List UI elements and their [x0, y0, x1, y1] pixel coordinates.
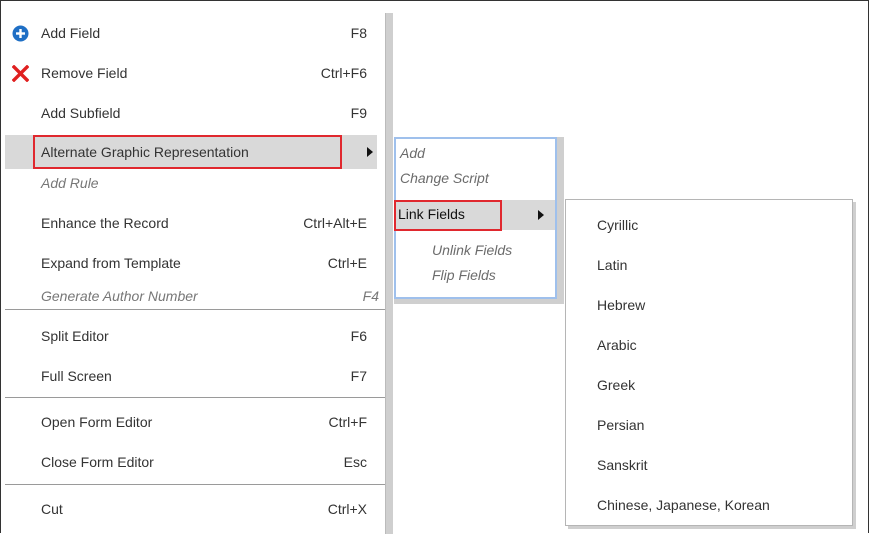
menu-scroll-edge	[385, 13, 393, 534]
menu-item-remove-field[interactable]: Remove Field Ctrl+F6	[5, 53, 377, 93]
plus-circle-icon	[12, 25, 29, 42]
script-option-cyrillic[interactable]: Cyrillic	[597, 217, 638, 233]
menu-item-label: Add Subfield	[41, 105, 121, 121]
menu-item-label: Split Editor	[41, 328, 109, 344]
menu-item-label: Open Form Editor	[41, 414, 153, 430]
script-option-latin[interactable]: Latin	[597, 257, 627, 273]
menu-item-add-field[interactable]: Add Field F8	[5, 13, 377, 53]
menu-item-label: Cut	[41, 501, 63, 517]
menu-item-label: Generate Author Number	[41, 288, 198, 304]
menu-item-expand-template[interactable]: Expand from Template Ctrl+E	[5, 243, 377, 283]
script-option-greek[interactable]: Greek	[597, 377, 635, 393]
menu-item-label: Close Form Editor	[41, 454, 154, 470]
menu-item-label: Full Screen	[41, 368, 112, 384]
menu-item-label: Remove Field	[41, 65, 128, 81]
menu-item-enhance-record[interactable]: Enhance the Record Ctrl+Alt+E	[5, 203, 377, 243]
menu-item-full-screen[interactable]: Full Screen F7	[5, 356, 377, 396]
menu-item-add-rule: Add Rule	[5, 168, 377, 198]
menu-item-shortcut: Ctrl+F6	[320, 65, 367, 81]
highlight-box	[33, 135, 342, 169]
menu-item-label: Add Rule	[41, 175, 99, 191]
menu-item-shortcut: Ctrl+E	[327, 255, 367, 271]
menu-item-shortcut: Ctrl+X	[327, 501, 367, 517]
menu-item-shortcut: F8	[350, 25, 367, 41]
script-option-arabic[interactable]: Arabic	[597, 337, 637, 353]
submenu-item-change-script: Change Script	[400, 170, 489, 186]
submenu-item-add: Add	[400, 145, 425, 161]
submenu-shadow	[557, 137, 564, 304]
submenu-arrow-icon	[367, 147, 373, 157]
script-option-cjk[interactable]: Chinese, Japanese, Korean	[597, 497, 770, 513]
menu-item-cut[interactable]: Cut Ctrl+X	[5, 489, 377, 529]
menu-item-generate-author: Generate Author Number F4	[5, 281, 379, 311]
menu-item-shortcut: F7	[350, 368, 367, 384]
menu-divider	[5, 484, 385, 485]
submenu-link-fields: Cyrillic Latin Hebrew Arabic Greek Persi…	[565, 199, 853, 526]
menu-divider	[5, 397, 385, 398]
script-option-persian[interactable]: Persian	[597, 417, 644, 433]
menu-item-label: Expand from Template	[41, 255, 181, 271]
menu-item-shortcut: F6	[350, 328, 367, 344]
submenu-arrow-icon	[538, 210, 544, 220]
submenu-shadow	[394, 299, 564, 304]
highlight-box	[394, 200, 502, 231]
menu-item-label: Add Field	[41, 25, 101, 41]
submenu-item-flip-fields: Flip Fields	[432, 267, 496, 283]
menu-item-shortcut: Ctrl+Alt+E	[303, 215, 367, 231]
context-menu: Add Field F8 Remove Field Ctrl+F6 Add Su…	[5, 13, 385, 534]
menu-item-open-form-editor[interactable]: Open Form Editor Ctrl+F	[5, 402, 377, 442]
menu-item-shortcut: Ctrl+F	[328, 414, 368, 430]
menu-item-shortcut: F4	[362, 288, 379, 304]
script-option-hebrew[interactable]: Hebrew	[597, 297, 645, 313]
script-option-sanskrit[interactable]: Sanskrit	[597, 457, 648, 473]
menu-item-shortcut: Esc	[343, 454, 367, 470]
red-x-icon	[11, 64, 30, 83]
menu-item-shortcut: F9	[350, 105, 367, 121]
menu-item-add-subfield[interactable]: Add Subfield F9	[5, 93, 377, 133]
menu-item-close-form-editor[interactable]: Close Form Editor Esc	[5, 442, 377, 482]
menu-divider	[5, 309, 385, 310]
menu-item-split-editor[interactable]: Split Editor F6	[5, 316, 377, 356]
menu-item-label: Enhance the Record	[41, 215, 169, 231]
submenu-item-unlink-fields: Unlink Fields	[432, 242, 513, 258]
